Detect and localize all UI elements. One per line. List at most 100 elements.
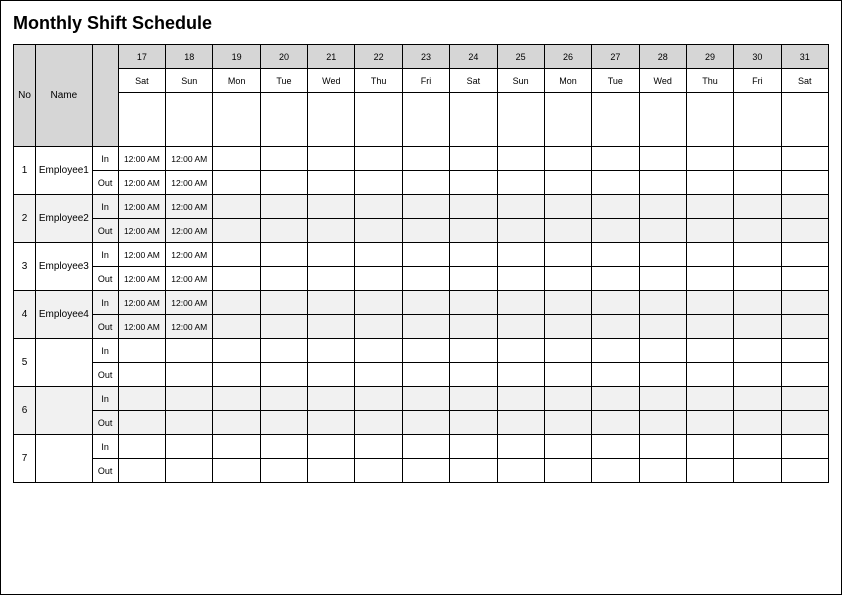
shift-in-cell	[260, 147, 307, 171]
shift-in-cell	[450, 387, 497, 411]
shift-in-cell	[781, 147, 828, 171]
shift-in-cell	[781, 435, 828, 459]
employee-row-in: 5In	[14, 339, 829, 363]
employee-no: 4	[14, 291, 36, 339]
shift-out-cell	[544, 171, 591, 195]
shift-in-cell	[497, 435, 544, 459]
out-label: Out	[92, 411, 118, 435]
shift-in-cell: 12:00 AM	[118, 147, 165, 171]
shift-out-cell	[686, 171, 733, 195]
document-page: Monthly Shift Schedule No Name 17 18 19 …	[0, 0, 842, 595]
shift-in-cell	[355, 195, 402, 219]
shift-in-cell: 12:00 AM	[166, 147, 213, 171]
shift-out-cell	[734, 459, 781, 483]
dow-header: Mon	[544, 69, 591, 93]
employee-row-in: 3Employee3In12:00 AM12:00 AM	[14, 243, 829, 267]
shift-out-cell: 12:00 AM	[166, 315, 213, 339]
shift-in-cell	[213, 243, 260, 267]
shift-out-cell	[402, 411, 449, 435]
summary-header-cell	[497, 93, 544, 147]
shift-out-cell	[260, 459, 307, 483]
shift-out-cell	[213, 219, 260, 243]
summary-header-cell	[734, 93, 781, 147]
employee-name: Employee3	[36, 243, 92, 291]
shift-in-cell	[497, 291, 544, 315]
shift-in-cell	[781, 243, 828, 267]
shift-in-cell	[308, 435, 355, 459]
shift-in-cell	[213, 147, 260, 171]
shift-out-cell	[308, 459, 355, 483]
in-label: In	[92, 435, 118, 459]
employee-row-out: Out	[14, 363, 829, 387]
shift-out-cell	[592, 459, 639, 483]
shift-in-cell	[308, 195, 355, 219]
shift-out-cell	[544, 411, 591, 435]
summary-header-cell	[592, 93, 639, 147]
dow-header: Thu	[355, 69, 402, 93]
dow-header: Wed	[639, 69, 686, 93]
dow-header: Fri	[734, 69, 781, 93]
shift-in-cell	[450, 147, 497, 171]
dow-header: Sun	[497, 69, 544, 93]
shift-out-cell	[308, 267, 355, 291]
shift-out-cell	[450, 267, 497, 291]
shift-in-cell	[592, 387, 639, 411]
employee-no: 6	[14, 387, 36, 435]
shift-in-cell	[118, 339, 165, 363]
shift-in-cell	[639, 195, 686, 219]
dow-header: Sat	[450, 69, 497, 93]
shift-out-cell	[260, 411, 307, 435]
shift-in-cell	[402, 339, 449, 363]
shift-out-cell	[213, 171, 260, 195]
out-label: Out	[92, 267, 118, 291]
shift-in-cell	[544, 435, 591, 459]
dow-header: Sat	[118, 69, 165, 93]
date-header: 25	[497, 45, 544, 69]
employee-row-out: Out12:00 AM12:00 AM	[14, 315, 829, 339]
out-label: Out	[92, 363, 118, 387]
shift-in-cell	[355, 147, 402, 171]
shift-out-cell	[213, 459, 260, 483]
shift-in-cell	[166, 339, 213, 363]
shift-out-cell	[544, 363, 591, 387]
shift-in-cell	[781, 195, 828, 219]
shift-in-cell	[355, 243, 402, 267]
date-header: 18	[166, 45, 213, 69]
dow-header: Wed	[308, 69, 355, 93]
employee-name	[36, 435, 92, 483]
column-header-no: No	[14, 45, 36, 147]
shift-out-cell	[686, 219, 733, 243]
shift-in-cell	[450, 195, 497, 219]
shift-out-cell	[260, 363, 307, 387]
dow-header: Tue	[592, 69, 639, 93]
shift-in-cell	[544, 291, 591, 315]
shift-in-cell	[402, 387, 449, 411]
shift-in-cell	[355, 339, 402, 363]
shift-out-cell	[355, 363, 402, 387]
shift-in-cell: 12:00 AM	[166, 195, 213, 219]
in-label: In	[92, 291, 118, 315]
shift-in-cell	[213, 291, 260, 315]
employee-row-out: Out	[14, 459, 829, 483]
out-label: Out	[92, 315, 118, 339]
out-label: Out	[92, 219, 118, 243]
shift-out-cell	[497, 363, 544, 387]
shift-in-cell	[639, 243, 686, 267]
shift-in-cell	[260, 291, 307, 315]
shift-out-cell	[355, 459, 402, 483]
shift-out-cell	[781, 411, 828, 435]
summary-header-cell	[260, 93, 307, 147]
shift-in-cell	[592, 339, 639, 363]
shift-out-cell	[686, 363, 733, 387]
shift-in-cell	[260, 435, 307, 459]
shift-in-cell: 12:00 AM	[118, 195, 165, 219]
shift-in-cell	[592, 147, 639, 171]
shift-out-cell	[260, 315, 307, 339]
date-header: 28	[639, 45, 686, 69]
shift-out-cell	[308, 315, 355, 339]
shift-out-cell	[213, 267, 260, 291]
shift-out-cell	[734, 171, 781, 195]
date-header: 17	[118, 45, 165, 69]
out-label: Out	[92, 459, 118, 483]
employee-row-in: 7In	[14, 435, 829, 459]
